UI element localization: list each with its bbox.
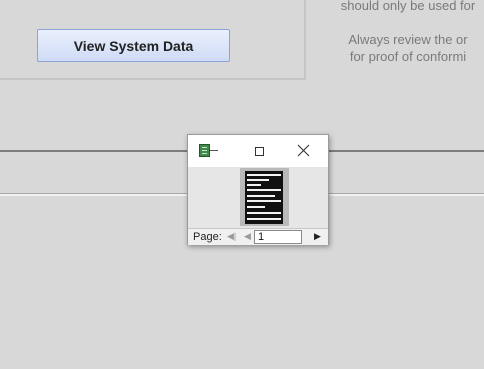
close-icon [297,144,310,157]
info-spacer [318,14,484,31]
first-page-icon[interactable]: ◀​| [227,231,236,242]
page-thumbnail-frame [240,168,289,226]
system-data-panel: View System Data [0,0,306,80]
view-system-data-button[interactable]: View System Data [37,29,230,62]
page-number-input[interactable]: 1 [254,230,302,244]
info-line-1: should only be used for [340,0,476,13]
maximize-icon [254,146,264,156]
next-page-icon[interactable]: ▶ [314,231,321,242]
maximize-button[interactable] [247,144,271,158]
previous-page-icon[interactable]: ◀ [244,231,251,242]
report-preview-window[interactable]: Page: ◀​| ◀ 1 ▶ [187,134,329,245]
info-line-3: for proof of conformi [349,49,467,64]
close-button[interactable] [294,142,314,160]
report-book-icon [199,144,218,157]
report-preview-area[interactable] [188,167,328,227]
info-text: should only be used for Always review th… [318,0,484,65]
page-thumbnail[interactable] [245,171,283,224]
info-line-2: Always review the or [348,32,468,47]
page-navigation-bar: Page: ◀​| ◀ 1 ▶ [188,228,328,245]
report-window-titlebar[interactable] [188,135,328,167]
page-label: Page: [193,231,222,243]
